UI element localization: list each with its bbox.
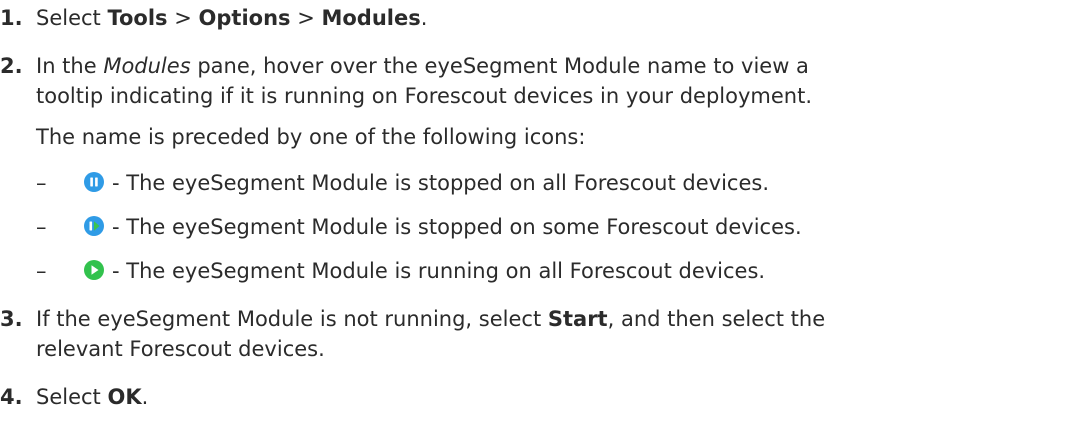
pane-name: Modules bbox=[103, 54, 191, 78]
step-text-prefix: Select bbox=[36, 385, 108, 409]
step-text: Select Tools > Options > Modules. bbox=[36, 3, 1060, 33]
bullet-dash: – bbox=[36, 215, 47, 239]
menu-separator: > bbox=[290, 6, 322, 30]
step-text: In the Modules pane, hover over the eyeS… bbox=[36, 51, 1060, 111]
step-text-suffix: , and then select the bbox=[607, 307, 826, 331]
stopped-some-icon bbox=[84, 216, 104, 236]
step-number: 3. bbox=[0, 307, 23, 331]
step-text-line2: relevant Forescout devices. bbox=[36, 337, 325, 361]
bullet-item: – - The eyeSegment Module is stopped on … bbox=[36, 212, 1036, 242]
step-number: 4. bbox=[0, 385, 23, 409]
step-number: 2. bbox=[0, 54, 23, 78]
menu-separator: > bbox=[167, 6, 199, 30]
step-text-suffix: . bbox=[420, 6, 428, 30]
menu-options: Options bbox=[198, 6, 291, 30]
step-text-prefix: In the bbox=[36, 54, 104, 78]
menu-tools: Tools bbox=[107, 6, 168, 30]
bullet-dash: – bbox=[36, 259, 47, 283]
icons-intro: The name is preceded by one of the follo… bbox=[36, 125, 586, 149]
bullet-text: - The eyeSegment Module is stopped on so… bbox=[112, 215, 802, 239]
step-number: 1. bbox=[0, 6, 23, 30]
step-text: If the eyeSegment Module is not running,… bbox=[36, 304, 1060, 364]
stopped-all-icon bbox=[84, 172, 104, 192]
bullet-text: - The eyeSegment Module is stopped on al… bbox=[112, 171, 769, 195]
step-text-prefix: Select bbox=[36, 6, 108, 30]
start-button-label: Start bbox=[547, 307, 608, 331]
bullet-item: – - The eyeSegment Module is stopped on … bbox=[36, 168, 1036, 198]
step-text-suffix: pane, hover over the eyeSegment Module n… bbox=[190, 54, 809, 78]
bullet-item: – - The eyeSegment Module is running on … bbox=[36, 256, 1036, 286]
bullet-dash: – bbox=[36, 171, 47, 195]
step-text-suffix: . bbox=[141, 385, 149, 409]
step-text-prefix: If the eyeSegment Module is not running,… bbox=[36, 307, 548, 331]
step-text: Select OK. bbox=[36, 382, 1060, 412]
running-all-icon bbox=[84, 260, 104, 280]
ok-button-label: OK bbox=[107, 385, 142, 409]
menu-modules: Modules bbox=[321, 6, 421, 30]
step-text-line2: tooltip indicating if it is running on F… bbox=[36, 84, 813, 108]
bullet-text: - The eyeSegment Module is running on al… bbox=[112, 259, 766, 283]
